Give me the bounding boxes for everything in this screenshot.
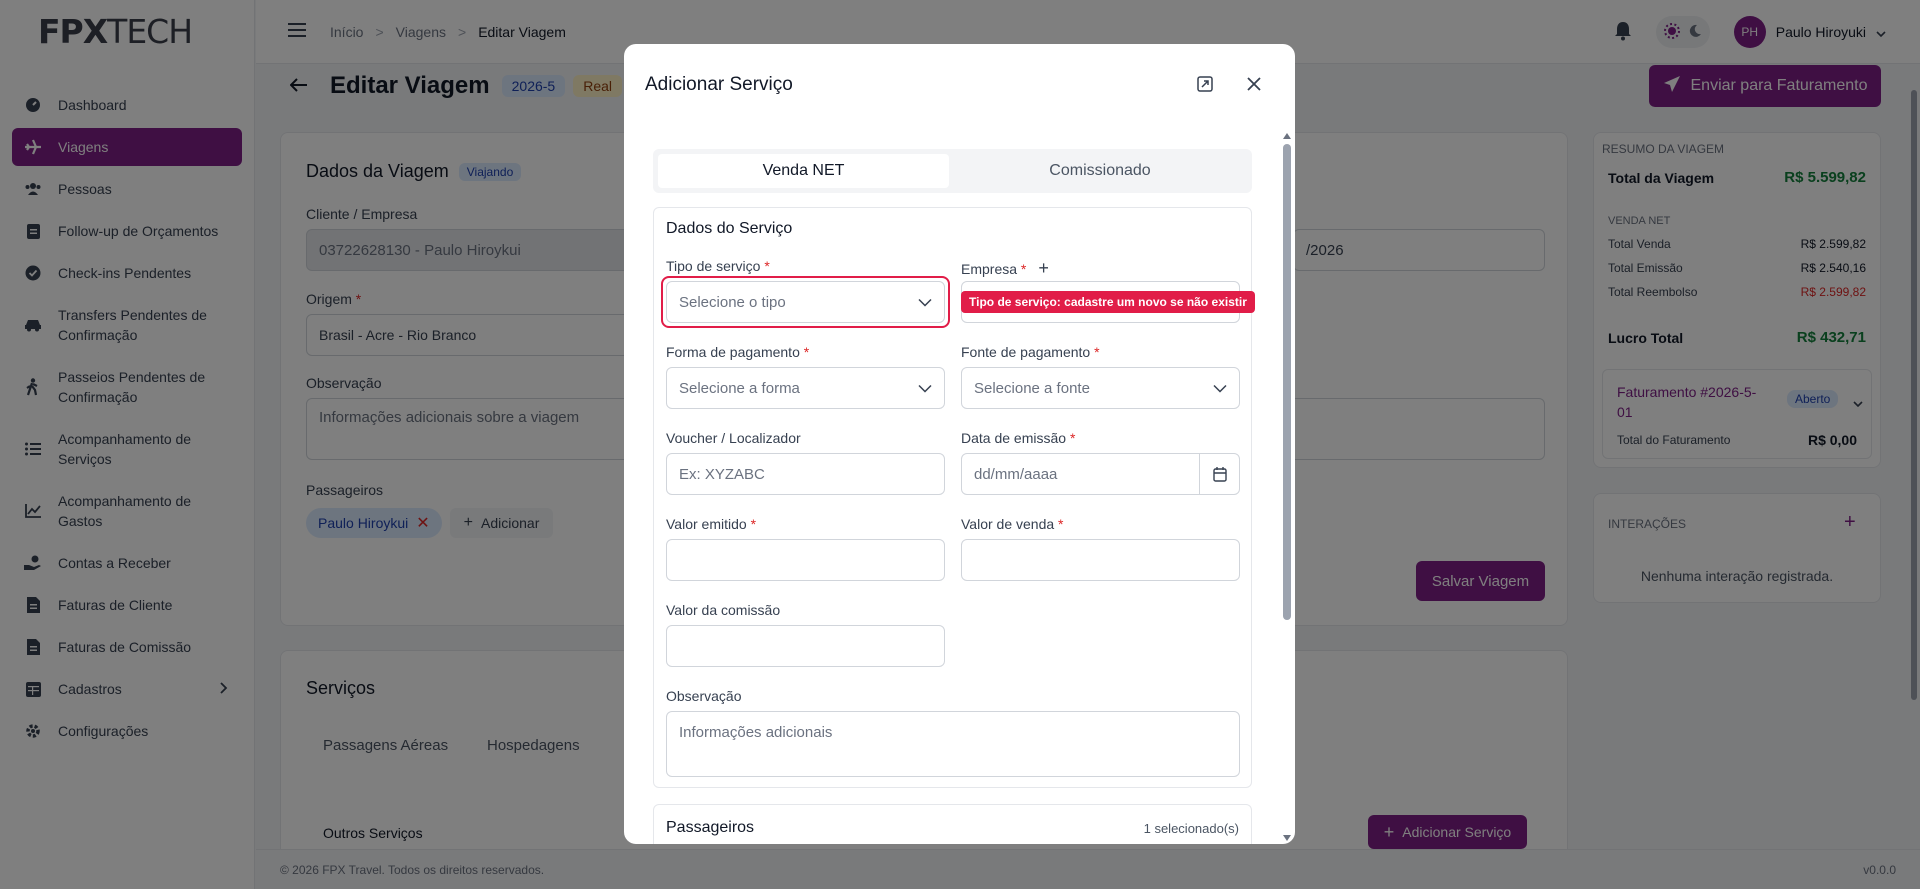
voucher-label: Voucher / Localizador <box>666 430 801 446</box>
data-emissao-label: Data de emissão * <box>961 430 1076 446</box>
fonte-label: Fonte de pagamento * <box>961 344 1100 360</box>
valor-venda-label: Valor de venda * <box>961 516 1064 532</box>
data-emissao-input[interactable]: dd/mm/aaaa <box>961 453 1240 495</box>
forma-label: Forma de pagamento * <box>666 344 810 360</box>
tab-comissionado[interactable]: Comissionado <box>953 154 1247 188</box>
passengers-count: 1 selecionado(s) <box>1143 820 1239 836</box>
add-service-modal: Adicionar Serviço Venda NET Comissionado… <box>624 44 1295 844</box>
scroll-down-icon[interactable] <box>1283 828 1291 844</box>
observacao-label: Observação <box>666 688 742 704</box>
valor-comissao-label: Valor da comissão <box>666 602 781 618</box>
valor-emitido-label: Valor emitido * <box>666 516 757 532</box>
error-tooltip: Tipo de serviço: cadastre um novo se não… <box>961 291 1255 313</box>
chevron-down-icon <box>918 380 932 397</box>
valor-emitido-input[interactable] <box>666 539 945 581</box>
valor-comissao-input[interactable] <box>666 625 945 667</box>
passengers-title: Passageiros <box>666 819 755 836</box>
chevron-down-icon <box>1213 380 1227 397</box>
add-empresa-icon[interactable]: + <box>1038 258 1049 279</box>
empresa-label: Empresa * + <box>961 258 1049 279</box>
fonte-select[interactable]: Selecione a fonte <box>961 367 1240 409</box>
tab-venda-net[interactable]: Venda NET <box>658 154 949 188</box>
modal-scrollbar-thumb[interactable] <box>1283 144 1291 620</box>
expand-icon[interactable] <box>1197 76 1213 95</box>
observacao-textarea[interactable]: Informações adicionais <box>666 711 1240 777</box>
modal-tabs: Venda NET Comissionado <box>653 149 1252 193</box>
tipo-label: Tipo de serviço * <box>666 258 770 274</box>
modal-title: Adicionar Serviço <box>645 74 793 95</box>
passengers-section[interactable]: Passageiros 1 selecionado(s) <box>653 804 1252 844</box>
voucher-input[interactable]: Ex: XYZABC <box>666 453 945 495</box>
close-icon[interactable] <box>1246 76 1262 95</box>
tipo-select[interactable]: Selecione o tipo <box>666 281 945 323</box>
form-section-title: Dados do Serviço <box>666 220 793 237</box>
forma-select[interactable]: Selecione a forma <box>666 367 945 409</box>
chevron-down-icon <box>918 294 932 311</box>
valor-venda-input[interactable] <box>961 539 1240 581</box>
service-form: Dados do Serviço Tipo de serviço * Selec… <box>653 207 1255 788</box>
scroll-up-icon[interactable] <box>1283 126 1291 142</box>
calendar-icon[interactable] <box>1199 454 1239 494</box>
